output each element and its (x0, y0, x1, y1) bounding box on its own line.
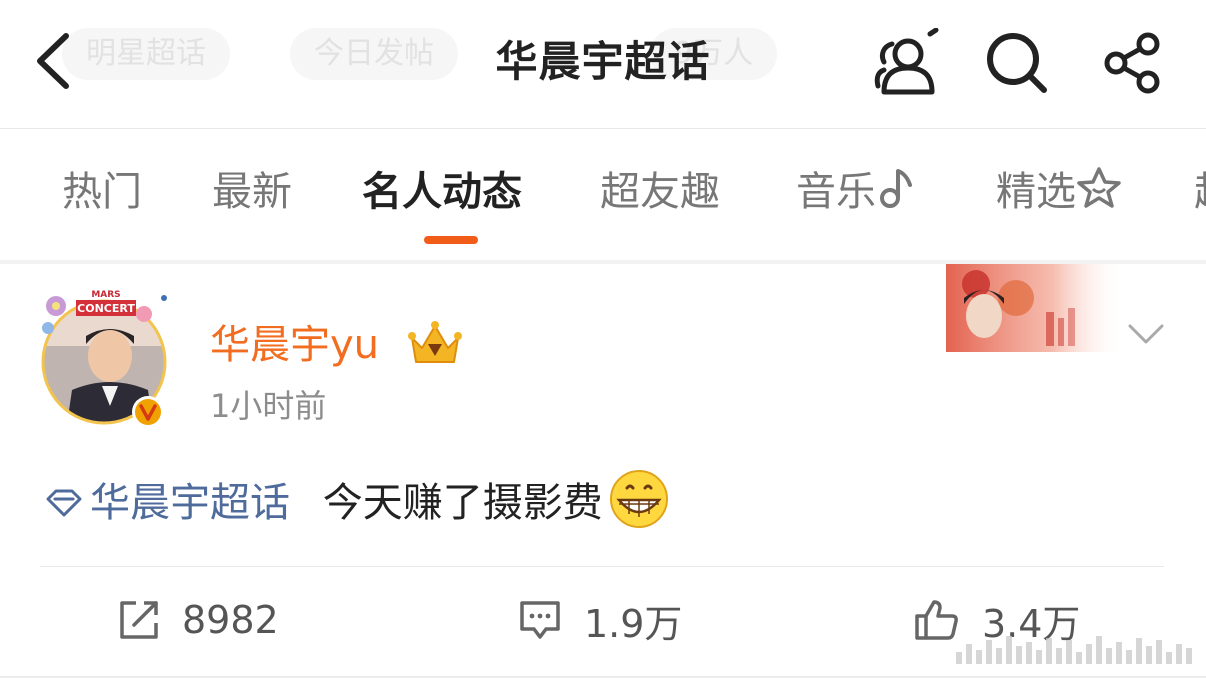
comment-icon (520, 601, 560, 639)
post-time: 1小时前 (210, 387, 327, 425)
repost-icon (120, 601, 158, 639)
tab-music-label: 音乐 (796, 169, 876, 215)
tab-featured[interactable]: 精选 (996, 164, 1122, 220)
active-tab-indicator (424, 236, 478, 244)
tab-hot[interactable]: 热门 (62, 164, 142, 220)
user-group-icon[interactable] (870, 28, 940, 98)
action-bar-divider (40, 566, 1164, 567)
top-bar: 明星超话 今日发帖 9万人 华晨宇超话 (0, 0, 1206, 128)
grinning-face-icon (609, 470, 668, 528)
repost-count: 8982 (182, 598, 279, 642)
post-text: 今天赚了摄影费 (322, 480, 603, 526)
svg-text:MARS: MARS (91, 290, 120, 300)
tab-celebrity-updates[interactable]: 名人动态 (362, 164, 522, 220)
topic-label: 华晨宇超话 (90, 480, 290, 526)
search-icon[interactable] (982, 28, 1052, 98)
watermark (956, 636, 1192, 664)
tab-music[interactable]: 音乐 (796, 164, 916, 220)
star-icon (1077, 167, 1121, 208)
tab-featured-label: 精选 (996, 169, 1076, 215)
card-decoration-image (946, 264, 1124, 352)
crown-icon[interactable] (406, 318, 464, 368)
comment-button[interactable]: 1.9万 (518, 592, 682, 648)
username[interactable]: 华晨宇yu (210, 318, 379, 372)
tab-bar: 热门 最新 名人动态 超友趣 音乐 精选 超 (0, 128, 1206, 260)
tab-latest[interactable]: 最新 (212, 164, 292, 220)
diamond-icon (46, 489, 82, 517)
svg-text:CONCERT: CONCERT (77, 302, 135, 315)
avatar[interactable]: CONCERT MARS (36, 286, 176, 431)
topic-link[interactable]: 华晨宇超话 (44, 480, 290, 526)
tab-fun[interactable]: 超友趣 (600, 164, 720, 220)
post-content: 华晨宇超话 今天赚了摄影费 (44, 466, 671, 533)
music-note-icon (880, 169, 912, 208)
verified-v-icon (132, 396, 164, 428)
tab-more[interactable]: 超 (1194, 164, 1206, 220)
share-icon[interactable] (1098, 28, 1168, 98)
repost-button[interactable]: 8982 (118, 592, 279, 648)
comment-count: 1.9万 (584, 601, 683, 646)
chevron-down-icon[interactable] (1124, 318, 1168, 350)
